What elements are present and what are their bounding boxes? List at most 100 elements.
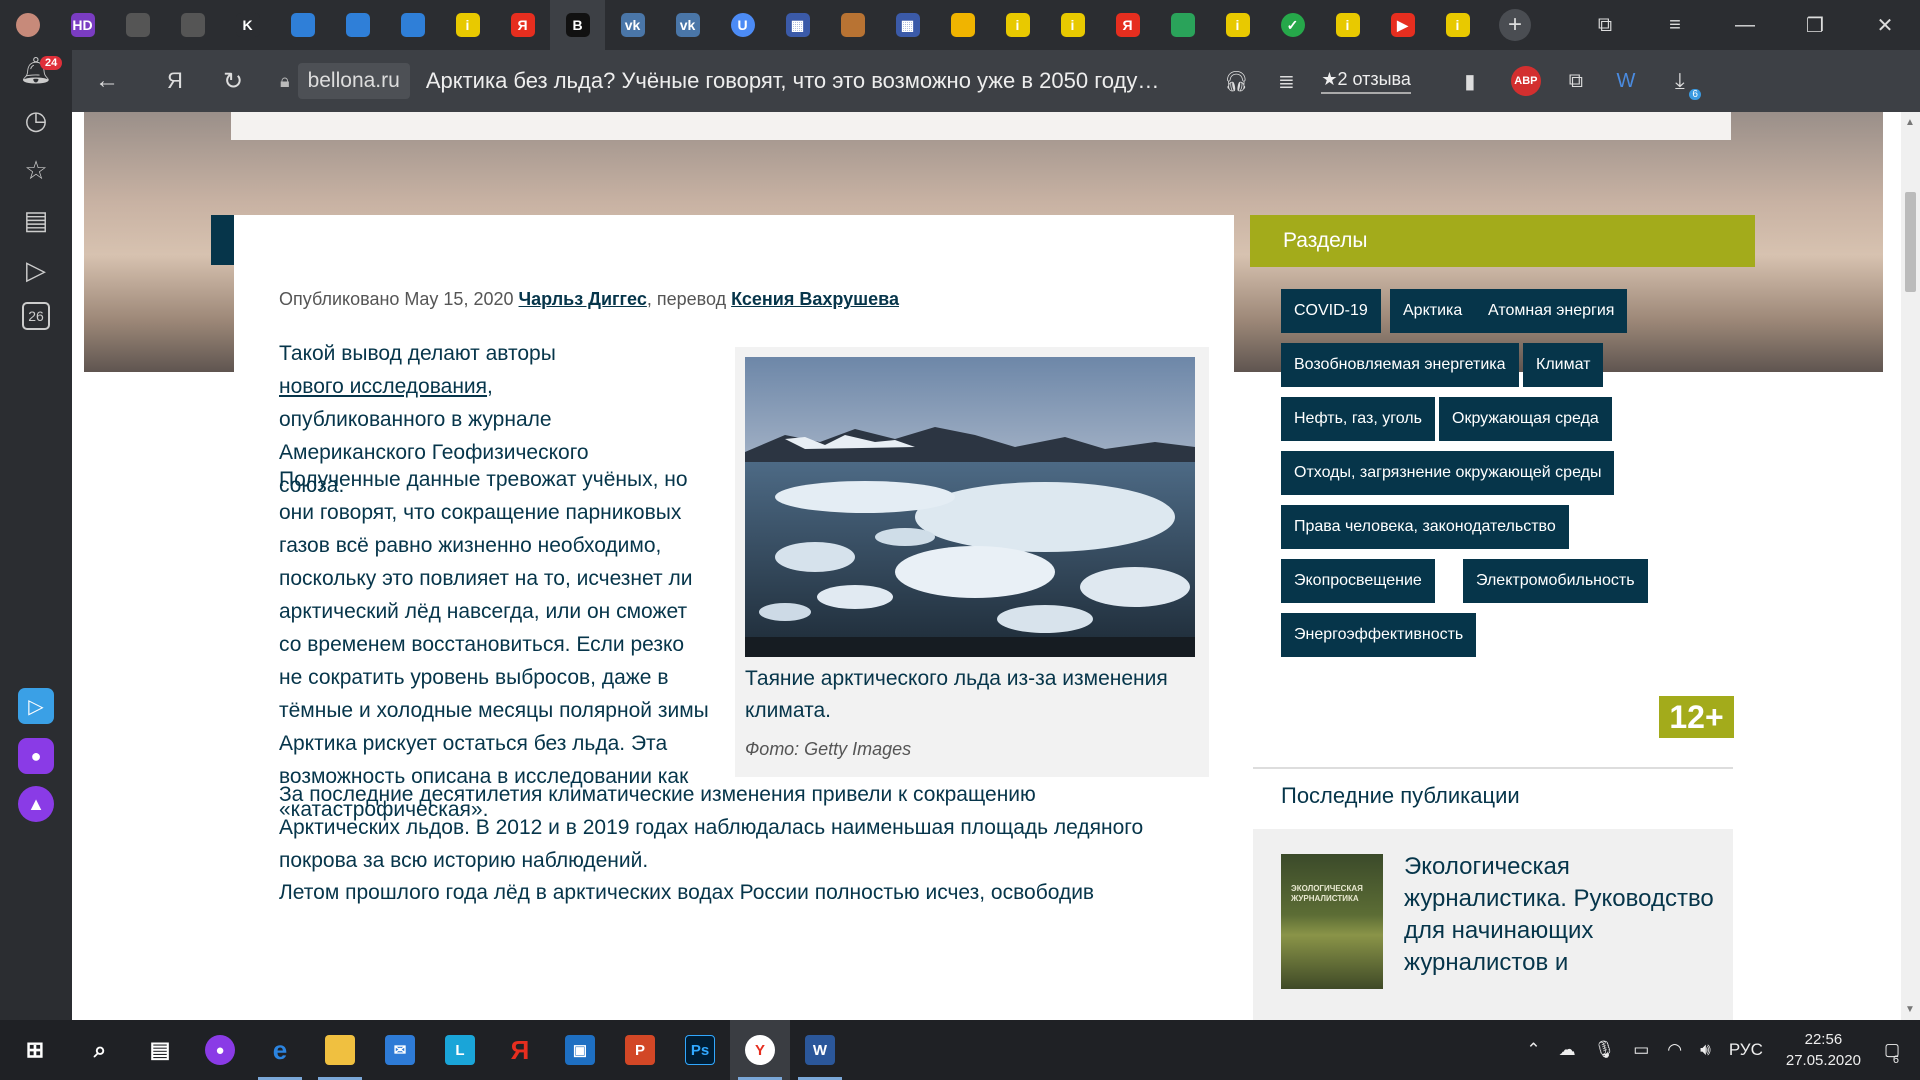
mail-icon[interactable]: ✉ (370, 1020, 430, 1080)
publication-thumbnail[interactable]: ЭКОЛОГИЧЕСКАЯ ЖУРНАЛИСТИКА (1281, 854, 1383, 989)
task-view-icon[interactable]: ▤ (130, 1020, 190, 1080)
reviews-link[interactable]: ★2 отзыва (1321, 69, 1411, 94)
browser-tab[interactable]: vk (605, 0, 660, 50)
collections-icon[interactable]: ▤ (20, 204, 52, 236)
battery-icon[interactable]: ▭ (1633, 1040, 1649, 1060)
publication-title-link[interactable]: Экологическая журналистика. Руководство … (1404, 851, 1714, 979)
tag-covid-19[interactable]: COVID-19 (1281, 289, 1381, 333)
start-windows-icon[interactable]: ⊞ (0, 1020, 70, 1080)
study-link[interactable]: нового исследования (279, 375, 487, 398)
yandex-taskbar-icon[interactable]: Я (490, 1020, 550, 1080)
file-explorer-icon[interactable] (310, 1020, 370, 1080)
wifi-icon[interactable]: ◠ (1667, 1040, 1682, 1060)
tag-human-rights[interactable]: Права человека, законодательство (1281, 505, 1569, 549)
photoshop-icon[interactable]: Ps (670, 1020, 730, 1080)
browser-tab[interactable]: ✓ (1265, 0, 1320, 50)
clock[interactable]: 22:56 27.05.2020 (1786, 1029, 1861, 1071)
browser-tab[interactable]: ▶ (1375, 0, 1430, 50)
browser-tab[interactable]: K (220, 0, 275, 50)
scroll-down-arrow-icon[interactable]: ▼ (1905, 1004, 1915, 1015)
browser-tab[interactable] (330, 0, 385, 50)
l-app-icon[interactable]: L (430, 1020, 490, 1080)
word-extension-icon[interactable]: W (1601, 56, 1651, 106)
browser-tab[interactable] (110, 0, 165, 50)
adblock-button[interactable]: ABP (1501, 56, 1551, 106)
translator-link[interactable]: Ксения Вахрушева (731, 289, 899, 309)
url-field[interactable]: 🔒︎ bellona.ru Арктика без льда? Учёные г… (280, 61, 1159, 101)
new-tab-button[interactable]: + (1499, 9, 1531, 41)
action-center-icon[interactable]: ▢ 6 (1884, 1040, 1900, 1066)
browser-tab[interactable]: i (440, 0, 495, 50)
tag-nuclear-energy[interactable]: Атомная энергия (1475, 289, 1628, 333)
reload-icon[interactable]: ↻ (208, 56, 258, 106)
back-arrow-icon[interactable]: ← (82, 56, 132, 106)
headphones-icon[interactable]: 🎧︎ (1211, 56, 1261, 106)
alice-icon[interactable]: ● (18, 738, 54, 774)
tray-chevron-icon[interactable]: ⌃ (1526, 1040, 1540, 1060)
bookmarks-star-icon[interactable]: ☆ (20, 154, 52, 186)
onedrive-cloud-icon[interactable]: ☁ (1559, 1040, 1576, 1060)
browser-tab[interactable] (275, 0, 330, 50)
browser-tab[interactable] (1155, 0, 1210, 50)
word-icon[interactable]: W (790, 1020, 850, 1080)
tag-electromobility[interactable]: Электромобильность (1463, 559, 1648, 603)
browser-tab[interactable]: i (1045, 0, 1100, 50)
minimize-icon[interactable]: — (1710, 0, 1780, 50)
browser-tab[interactable]: ▦ (880, 0, 935, 50)
browser-tab[interactable]: B (550, 0, 605, 50)
tag-eco-education[interactable]: Экопросвещение (1281, 559, 1435, 603)
arctic-ice-photo[interactable] (745, 357, 1195, 657)
browser-tab[interactable]: i (1320, 0, 1375, 50)
history-icon[interactable]: ◷ (20, 104, 52, 136)
scroll-up-arrow-icon[interactable]: ▲ (1905, 117, 1915, 128)
tag-environment[interactable]: Окружающая среда (1439, 397, 1612, 441)
messenger-icon[interactable]: ▷ (18, 688, 54, 724)
browser-tab[interactable] (825, 0, 880, 50)
browser-tab[interactable]: Я (495, 0, 550, 50)
browser-tab[interactable] (935, 0, 990, 50)
language-indicator[interactable]: РУС (1729, 1040, 1763, 1060)
tag-renewable-energy[interactable]: Возобновляемая энергетика (1281, 343, 1519, 387)
yandex-logo-icon[interactable]: Я (150, 56, 200, 106)
tag-arctic[interactable]: Арктика (1390, 289, 1476, 333)
alice-voice-icon[interactable]: ▲ (18, 786, 54, 822)
scrollbar-thumb[interactable] (1905, 192, 1916, 292)
page-scrollbar[interactable]: ▲ ▼ (1901, 112, 1920, 1020)
microphone-icon[interactable]: 🎙︎ (1594, 1040, 1616, 1060)
browser-tab[interactable]: i (1210, 0, 1265, 50)
browser-tab[interactable]: i (1430, 0, 1485, 50)
close-icon[interactable]: ✕ (1850, 0, 1920, 50)
tag-climate[interactable]: Климат (1523, 343, 1604, 387)
tag-waste-pollution[interactable]: Отходы, загрязнение окружающей среды (1281, 451, 1615, 495)
browser-tab[interactable] (385, 0, 440, 50)
browser-tab[interactable]: ▦ (770, 0, 825, 50)
search-icon[interactable]: ⌕ (70, 1020, 130, 1080)
browser-tab[interactable]: vk (660, 0, 715, 50)
translate-icon[interactable]: ⧉ (1551, 56, 1601, 106)
outlook-icon[interactable]: ▣ (550, 1020, 610, 1080)
author-link[interactable]: Чарльз Диггес (519, 289, 647, 309)
restore-icon[interactable]: ❐ (1780, 0, 1850, 50)
browser-tab[interactable] (165, 0, 220, 50)
domain-label[interactable]: bellona.ru (297, 63, 410, 99)
page-title[interactable]: Арктика без льда? Учёные говорят, что эт… (426, 68, 1160, 94)
volume-icon[interactable]: 🔊︎ (1700, 1040, 1711, 1060)
edge-icon[interactable]: e (250, 1020, 310, 1080)
browser-tab[interactable]: Я (1100, 0, 1155, 50)
browser-tab[interactable]: HD (55, 0, 110, 50)
calendar-icon[interactable]: 26 (22, 302, 50, 330)
menu-icon[interactable]: ≡ (1640, 0, 1710, 50)
yandex-browser-icon[interactable]: Y (730, 1020, 790, 1080)
browser-tab[interactable]: U (715, 0, 770, 50)
powerpoint-icon[interactable]: P (610, 1020, 670, 1080)
browser-tab[interactable]: i (990, 0, 1045, 50)
bookmark-icon[interactable]: ▮ (1445, 56, 1495, 106)
media-play-icon[interactable]: ▷ (20, 254, 52, 286)
reader-mode-icon[interactable]: ≣ (1261, 56, 1311, 106)
collections-window-icon[interactable]: ⧉ (1570, 0, 1640, 50)
downloads-icon[interactable]: ⤓ 6 (1655, 56, 1705, 106)
tag-oil-gas-coal[interactable]: Нефть, газ, уголь (1281, 397, 1435, 441)
tag-energy-efficiency[interactable]: Энергоэффективность (1281, 613, 1477, 657)
browser-tab[interactable] (0, 0, 55, 50)
alice-taskbar-icon[interactable]: ● (190, 1020, 250, 1080)
